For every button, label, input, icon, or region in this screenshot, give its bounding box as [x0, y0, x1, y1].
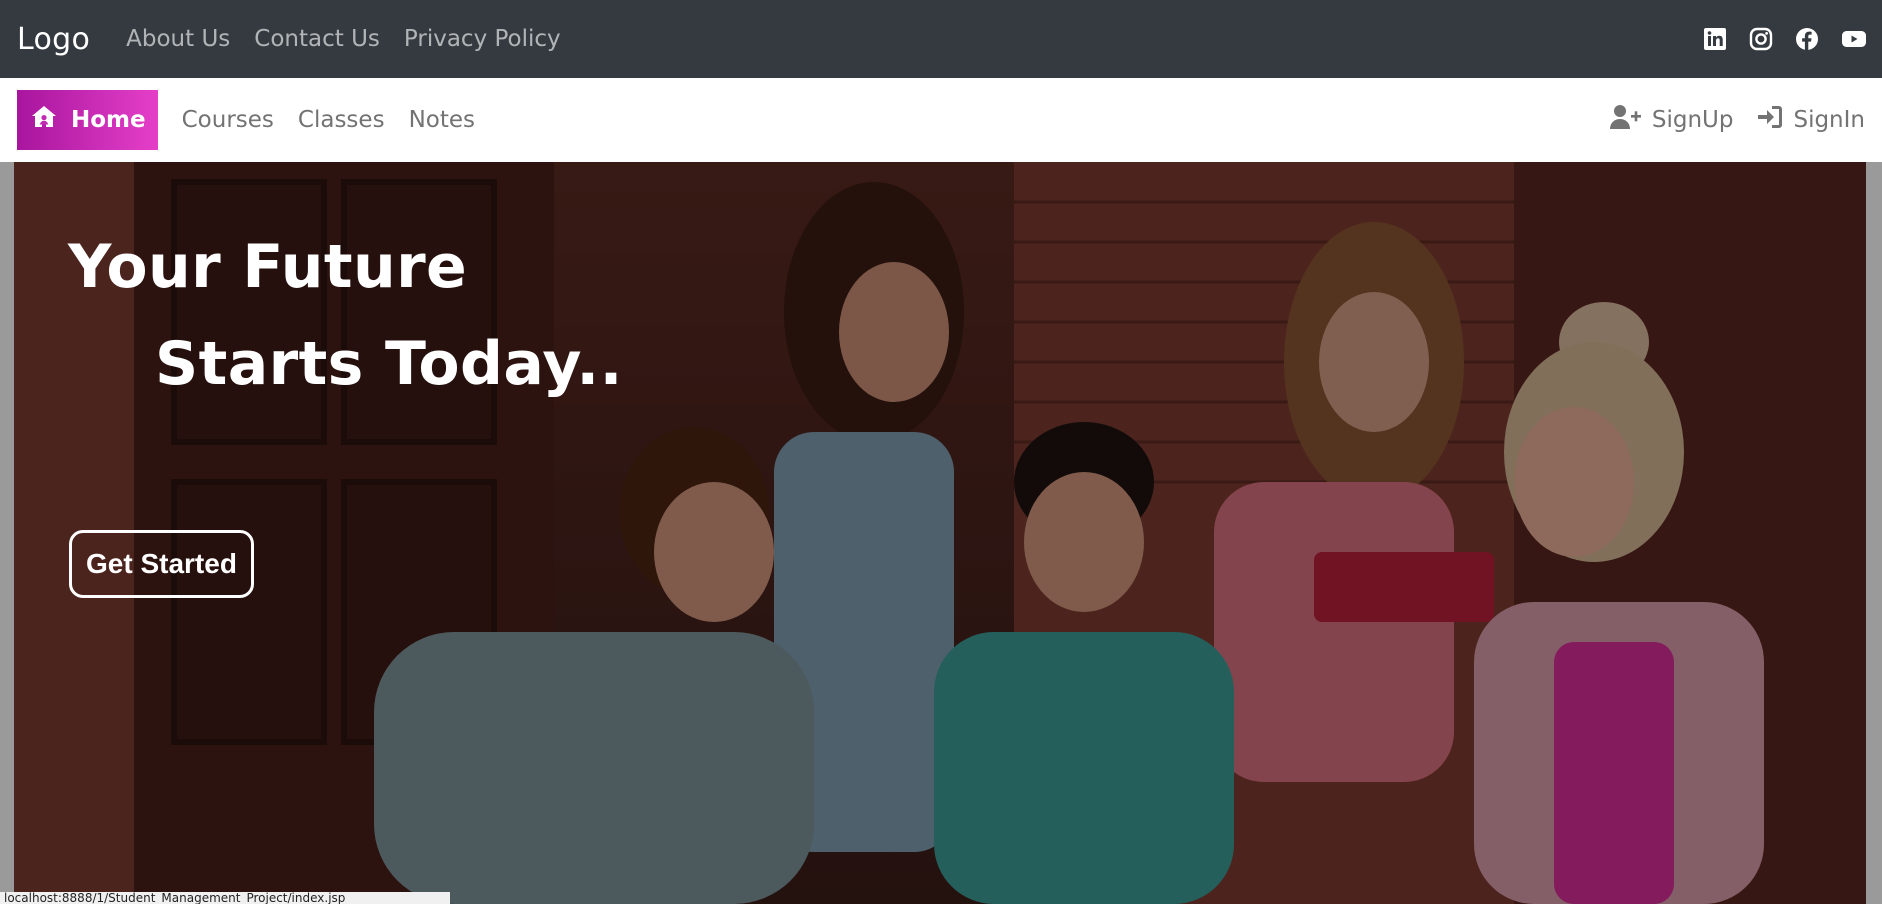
auth-links: SignUp SignIn — [1609, 104, 1865, 136]
site-logo[interactable]: Logo — [17, 22, 90, 57]
about-us-link[interactable]: About Us — [126, 26, 230, 52]
get-started-button[interactable]: Get Started — [69, 530, 254, 598]
signup-label: SignUp — [1651, 107, 1734, 133]
signin-label: SignIn — [1793, 107, 1865, 133]
top-bar: Logo About Us Contact Us Privacy Policy — [0, 0, 1882, 78]
notes-link[interactable]: Notes — [409, 107, 475, 133]
browser-status-url: localhost:8888/1/Student_Management_Proj… — [0, 892, 450, 904]
youtube-icon[interactable] — [1841, 27, 1866, 51]
facebook-icon[interactable] — [1795, 27, 1819, 51]
social-links — [1703, 27, 1866, 51]
hero-banner: Your Future Starts Today.. Get Started — [14, 162, 1866, 904]
signup-link[interactable]: SignUp — [1609, 104, 1734, 136]
linkedin-icon[interactable] — [1703, 27, 1727, 51]
sign-in-icon — [1757, 105, 1783, 135]
main-nav: Home Courses Classes Notes SignUp SignIn — [0, 78, 1882, 162]
instagram-icon[interactable] — [1749, 27, 1773, 51]
home-icon — [31, 105, 57, 135]
signin-link[interactable]: SignIn — [1757, 105, 1865, 135]
classes-link[interactable]: Classes — [298, 107, 385, 133]
hero-headline-line1: Your Future — [68, 232, 468, 302]
user-plus-icon — [1609, 104, 1642, 136]
contact-us-link[interactable]: Contact Us — [254, 26, 380, 52]
hero-headline-line2: Starts Today.. — [155, 329, 623, 399]
home-button[interactable]: Home — [17, 90, 158, 150]
privacy-policy-link[interactable]: Privacy Policy — [404, 26, 561, 52]
home-label: Home — [71, 107, 146, 133]
courses-link[interactable]: Courses — [182, 107, 274, 133]
